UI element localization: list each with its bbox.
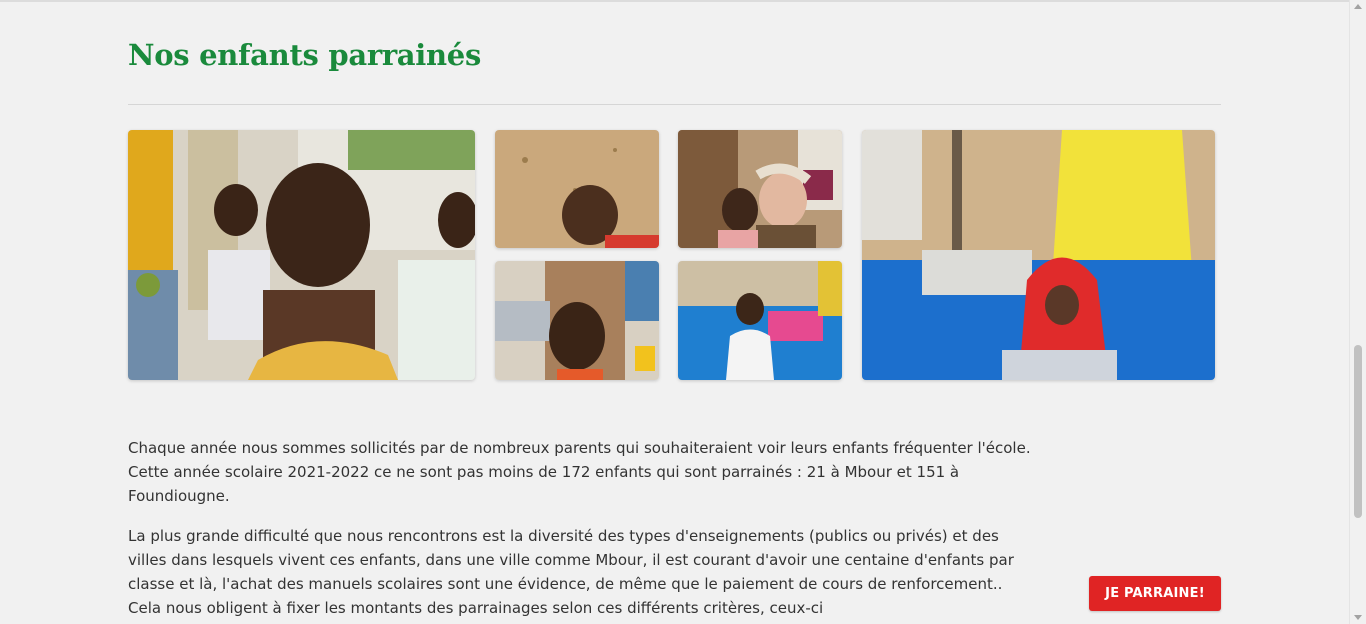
photo-volunteer-with-child[interactable]	[678, 130, 842, 248]
photo-girl-sandy-ground[interactable]	[495, 130, 659, 248]
title-divider	[128, 104, 1221, 105]
paragraph-2: La plus grande difficulté que nous renco…	[128, 527, 1014, 617]
details-paragraph: La plus grande difficulté que nous renco…	[128, 524, 1038, 620]
scroll-up-icon[interactable]	[1354, 4, 1362, 9]
section-title: Nos enfants parrainés	[128, 38, 481, 72]
paragraph-1: Chaque année nous sommes sollicités par …	[128, 439, 1031, 505]
intro-paragraph: Chaque année nous sommes sollicités par …	[128, 436, 1038, 508]
photo-girl-white-dress[interactable]	[678, 261, 842, 380]
photo-girl-red-hijab[interactable]	[862, 130, 1215, 380]
photo-children-group[interactable]	[128, 130, 475, 380]
photo-girl-braids[interactable]	[495, 261, 659, 380]
sponsor-button[interactable]: JE PARRAINE!	[1089, 576, 1221, 611]
top-border	[0, 0, 1350, 2]
scrollbar-thumb[interactable]	[1354, 345, 1362, 518]
scroll-down-icon[interactable]	[1354, 615, 1362, 620]
page-scrollbar[interactable]	[1349, 0, 1366, 624]
